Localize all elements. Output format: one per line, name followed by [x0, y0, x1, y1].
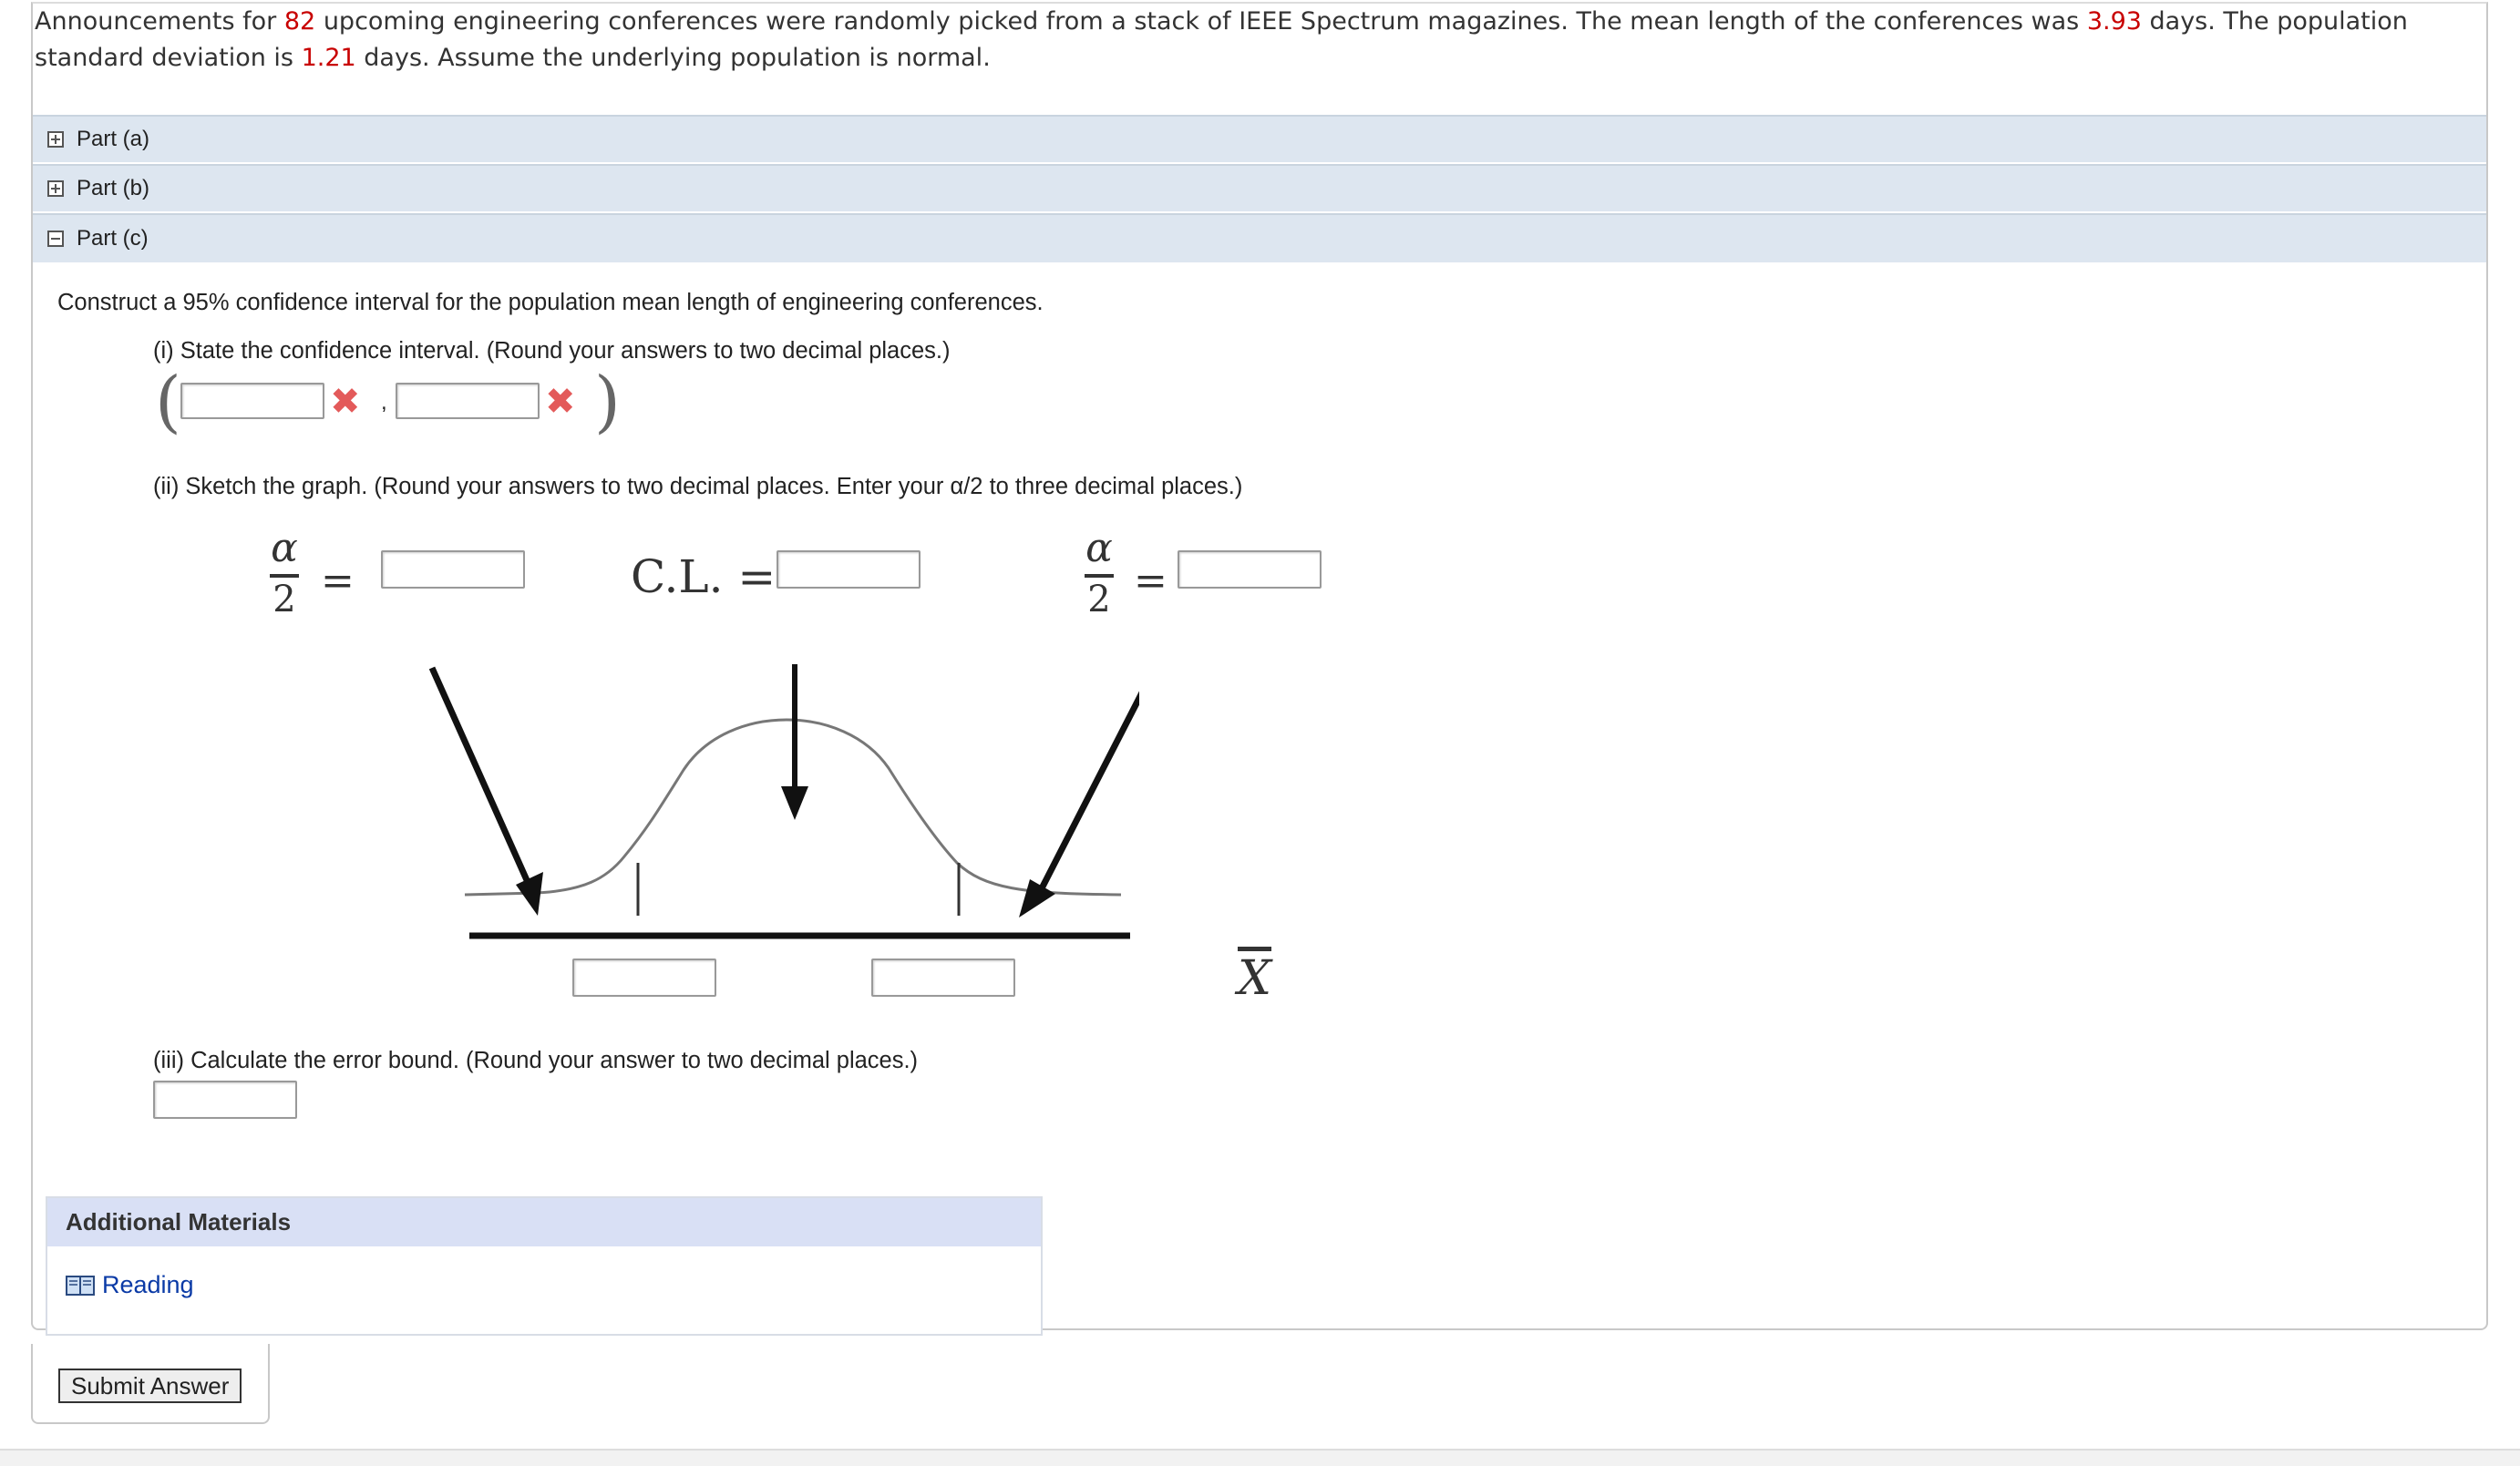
- fraction-bar: [270, 574, 299, 578]
- equals-sign: =: [1134, 558, 1167, 604]
- part-c-label: Part (c): [77, 226, 149, 251]
- intro-text-1: Announcements for: [35, 7, 284, 36]
- error-bound-input[interactable]: [153, 1081, 297, 1119]
- down-arrow-icon: [781, 786, 808, 820]
- ci-lower-input[interactable]: [180, 383, 324, 419]
- left-tail-arrow-shaft: [428, 666, 534, 890]
- alpha-half-left-fraction: α 2: [266, 528, 303, 618]
- alpha-half-right-input[interactable]: [1178, 550, 1322, 589]
- close-icon: ✖: [330, 381, 361, 423]
- alpha-symbol: α: [1085, 525, 1113, 571]
- additional-materials-panel: Additional Materials Reading: [46, 1196, 1043, 1336]
- reading-link-label[interactable]: Reading: [102, 1271, 194, 1299]
- ci-upper-field[interactable]: [397, 384, 538, 417]
- upper-bound-graph-field[interactable]: [873, 960, 1013, 995]
- ci-lower-field[interactable]: [182, 384, 323, 417]
- right-tail-arrow-icon: [1019, 879, 1055, 918]
- bottom-toolbar-strip: [0, 1449, 2520, 1466]
- lower-bound-graph-field[interactable]: [574, 960, 715, 995]
- additional-materials-title: Additional Materials: [47, 1198, 1041, 1246]
- alpha-half-right-field[interactable]: [1179, 552, 1320, 587]
- cl-field[interactable]: [778, 552, 919, 587]
- submit-area: Submit Answer: [31, 1344, 270, 1424]
- question-i-text: (i) State the confidence interval. (Roun…: [153, 338, 951, 364]
- ci-upper-input[interactable]: [396, 383, 540, 419]
- normal-curve-sketch: [428, 664, 1139, 939]
- plus-square-icon[interactable]: [47, 180, 64, 197]
- submit-answer-button[interactable]: Submit Answer: [58, 1369, 242, 1403]
- alpha-half-left-input[interactable]: [381, 550, 525, 589]
- alpha-half-right-fraction: α 2: [1081, 528, 1117, 618]
- problem-statement: Announcements for 82 upcoming engineerin…: [35, 4, 2459, 77]
- intro-text-4: days. Assume the underlying population i…: [355, 44, 991, 72]
- fraction-denominator: 2: [1087, 579, 1111, 620]
- part-c-header[interactable]: Part (c): [33, 213, 2486, 262]
- close-paren: ): [594, 363, 621, 441]
- xbar-label: X: [1238, 951, 1272, 1006]
- book-icon: [66, 1275, 95, 1296]
- upper-bound-graph-input[interactable]: [871, 959, 1015, 997]
- part-b-header[interactable]: Part (b): [33, 164, 2486, 211]
- question-iii-text: (iii) Calculate the error bound. (Round …: [153, 1048, 919, 1073]
- question-ii-text: (ii) Sketch the graph. (Round your answe…: [153, 474, 1243, 499]
- alpha-half-left-field[interactable]: [383, 552, 523, 587]
- sd-value: 1.21: [301, 44, 356, 72]
- mean-value: 3.93: [2086, 7, 2142, 36]
- close-icon: ✖: [545, 381, 576, 423]
- reading-link[interactable]: Reading: [66, 1271, 194, 1299]
- equals-sign: =: [321, 558, 355, 604]
- part-a-label: Part (a): [77, 127, 150, 151]
- interval-comma: ,: [381, 390, 387, 415]
- error-bound-field[interactable]: [155, 1082, 295, 1117]
- open-paren: (: [155, 363, 181, 441]
- lower-bound-graph-input[interactable]: [572, 959, 716, 997]
- part-c-prompt: Construct a 95% confidence interval for …: [57, 290, 1044, 315]
- minus-square-icon[interactable]: [47, 231, 64, 247]
- part-b-label: Part (b): [77, 176, 150, 200]
- cl-input[interactable]: [777, 550, 921, 589]
- sample-size-value: 82: [283, 7, 316, 36]
- part-a-header[interactable]: Part (a): [33, 115, 2486, 162]
- cl-label: C.L. =: [631, 550, 777, 603]
- fraction-bar: [1085, 574, 1114, 578]
- intro-text-2: upcoming engineering conferences were ra…: [315, 7, 2087, 36]
- plus-square-icon[interactable]: [47, 131, 64, 148]
- fraction-denominator: 2: [273, 579, 296, 620]
- right-tail-arrow-shaft: [1037, 691, 1139, 892]
- alpha-symbol: α: [271, 525, 298, 571]
